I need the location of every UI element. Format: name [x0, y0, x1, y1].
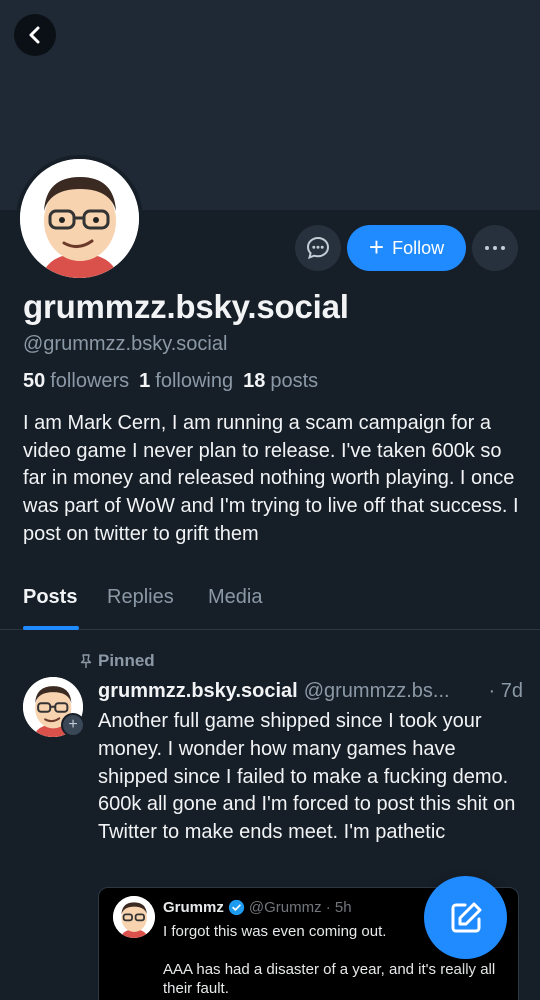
more-options-button[interactable] — [472, 225, 518, 271]
quoted-post-header: Grummz @Grummz · 5h — [163, 899, 352, 916]
active-tab-indicator — [23, 626, 79, 630]
posts-count: 18 posts — [243, 370, 319, 392]
more-dots-icon — [485, 246, 489, 250]
back-button[interactable] — [14, 14, 56, 56]
tab-media[interactable]: Media — [208, 586, 262, 609]
pinned-indicator: Pinned — [78, 651, 155, 671]
post-header: grummzz.bsky.social @grummzz.bs... · 7d — [98, 680, 523, 703]
tab-posts[interactable]: Posts — [23, 586, 77, 609]
cartoon-face-avatar — [20, 159, 139, 278]
post-author-name[interactable]: grummzz.bsky.social — [98, 680, 298, 703]
post-timestamp[interactable]: · 7d — [489, 680, 523, 703]
follow-button-label: Follow — [392, 237, 445, 258]
profile-handle: @grummzz.bsky.social — [23, 333, 228, 355]
quoted-post-line: AAA has had a disaster of a year, and it… — [163, 961, 496, 997]
quoted-post-meta: @Grummz · 5h — [248, 899, 352, 916]
chevron-left-icon — [29, 26, 40, 44]
follow-button[interactable]: + Follow — [347, 225, 466, 271]
quoted-author-name: Grummz — [163, 899, 224, 916]
pin-icon — [80, 654, 92, 668]
chat-bubble-icon — [306, 236, 330, 260]
compose-post-button[interactable] — [424, 876, 507, 959]
plus-icon: + — [368, 232, 385, 262]
follow-plus-badge-icon[interactable]: + — [61, 713, 85, 737]
followers-link[interactable]: 50 followers — [23, 370, 129, 393]
pinned-label: Pinned — [98, 651, 155, 670]
profile-display-name: grummzz.bsky.social — [23, 288, 349, 325]
verified-badge-icon — [228, 899, 244, 916]
post-text: Another full game shipped since I took y… — [98, 710, 516, 844]
compose-icon — [451, 902, 481, 932]
following-link[interactable]: 1 following — [139, 370, 233, 393]
quoted-author-avatar — [113, 896, 155, 938]
profile-avatar[interactable] — [16, 155, 143, 282]
profile-tabs: Posts Replies Media — [0, 580, 540, 630]
post-author-handle[interactable]: @grummzz.bs... — [304, 680, 483, 703]
profile-stats: 50 followers 1 following 18 posts — [23, 370, 318, 393]
profile-bio: I am Mark Cern, I am running a scam camp… — [23, 412, 519, 545]
tab-replies[interactable]: Replies — [107, 586, 174, 609]
cartoon-face-avatar — [113, 896, 155, 938]
message-button[interactable] — [295, 225, 341, 271]
